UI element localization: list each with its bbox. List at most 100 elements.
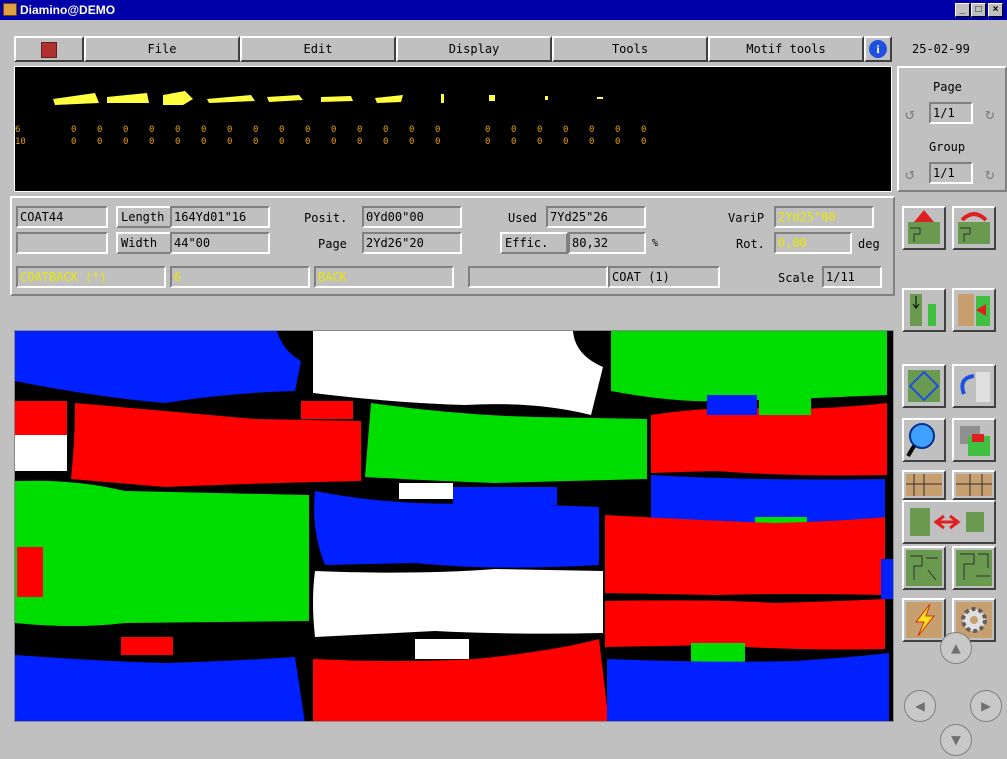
close-button[interactable]: ×	[988, 3, 1003, 17]
preview-count: 0	[227, 137, 233, 147]
piece-icon	[960, 426, 990, 456]
preview-count: 0	[485, 137, 491, 147]
blank-field[interactable]	[16, 232, 108, 254]
window-title: Diamino@DEMO	[20, 3, 116, 17]
piece-size-field[interactable]: 6	[170, 266, 310, 288]
marker-preview[interactable]: 6 10 0000000000000000000000 000000000000…	[14, 66, 892, 192]
swap-icon	[910, 508, 984, 536]
preview-count: 0	[563, 125, 569, 135]
piece-blank-field[interactable]	[468, 266, 608, 288]
piece-blue-1	[15, 331, 301, 403]
piece-white-3	[399, 483, 453, 499]
preview-count: 0	[175, 125, 181, 135]
tool-zoom[interactable]	[902, 418, 946, 462]
scroll-up-button[interactable]: ▲	[940, 632, 972, 664]
tool-piece[interactable]	[952, 418, 996, 462]
width-label: Width	[116, 232, 172, 254]
preview-count: 0	[589, 137, 595, 147]
tool-swap[interactable]	[902, 500, 996, 544]
varip-field[interactable]: 2Yd25"00	[774, 206, 874, 228]
tool-select[interactable]	[902, 364, 946, 408]
piece-white-1	[313, 331, 603, 415]
preview-count: 0	[175, 137, 181, 147]
tool-rotate[interactable]	[952, 206, 996, 250]
scroll-right-button[interactable]: ▶	[970, 690, 1002, 722]
piece-white-4	[313, 569, 603, 637]
group-prev-icon[interactable]: ↺	[905, 164, 915, 183]
page-field[interactable]: 1/1	[929, 102, 973, 124]
used-field[interactable]: 7Yd25"26	[546, 206, 646, 228]
effic-button[interactable]: Effic.	[500, 232, 568, 254]
tool-auto-nest[interactable]	[952, 546, 996, 590]
tool-auto-place[interactable]	[902, 546, 946, 590]
tool-flip-up[interactable]	[902, 206, 946, 250]
preview-count: 0	[305, 125, 311, 135]
preview-count: 0	[149, 137, 155, 147]
align-left-icon	[906, 474, 942, 496]
piece-red-5	[605, 515, 885, 595]
tool-move-down[interactable]	[902, 288, 946, 332]
model-field[interactable]: COAT44	[16, 206, 108, 228]
group-field[interactable]: 1/1	[929, 162, 973, 184]
menu-file[interactable]: File	[84, 36, 240, 62]
preview-row-1: 0 0 0 0 0 0 0 0 0 0 0 0 0 0 0 0 0 0 0 0 0 0	[15, 125, 891, 137]
scroll-left-button[interactable]: ◀	[904, 690, 936, 722]
preview-row-2: 0 0 0 0 0 0 0 0 0 0 0 0 0 0 0 0 0 0 0 0 0 0	[15, 137, 891, 149]
posit-label: Posit.	[304, 211, 348, 225]
menu-edit[interactable]: Edit	[240, 36, 396, 62]
scroll-down-button[interactable]: ▼	[940, 724, 972, 756]
tool-lightning[interactable]	[902, 598, 946, 642]
posit-field[interactable]: 0Yd00"00	[362, 206, 462, 228]
width-field[interactable]: 44"00	[170, 232, 270, 254]
preview-count: 0	[511, 125, 517, 135]
date-display: 25-02-99	[912, 42, 970, 56]
piece-red-6	[17, 547, 43, 597]
piece-green-3	[759, 397, 811, 415]
logo-button[interactable]	[14, 36, 84, 62]
menu-tools[interactable]: Tools	[552, 36, 708, 62]
piece-green-1	[611, 331, 887, 402]
tool-insert[interactable]	[952, 288, 996, 332]
group-next-icon[interactable]: ↻	[985, 164, 995, 183]
info-button[interactable]: i	[864, 36, 892, 62]
page-len-field[interactable]: 2Yd26"20	[362, 232, 462, 254]
minimize-button[interactable]: _	[955, 3, 970, 17]
preview-count: 0	[435, 137, 441, 147]
used-label: Used	[508, 211, 537, 225]
page-prev-icon[interactable]: ↺	[905, 104, 915, 123]
length-field[interactable]: 164Yd01"16	[170, 206, 270, 228]
marker-canvas[interactable]	[14, 330, 894, 722]
preview-count: 0	[357, 125, 363, 135]
preview-count: 0	[383, 137, 389, 147]
piece-blue-6	[881, 559, 893, 599]
page-next-icon[interactable]: ↻	[985, 104, 995, 123]
auto-place-icon	[906, 550, 942, 586]
piece-white-2	[15, 435, 67, 471]
move-down-icon	[910, 294, 936, 326]
preview-count: 0	[253, 125, 259, 135]
piece-green-4	[15, 480, 309, 626]
maximize-button[interactable]: □	[971, 3, 986, 17]
effic-field[interactable]: 80,32	[568, 232, 646, 254]
piece-type-field[interactable]: BACK	[314, 266, 454, 288]
rot-field[interactable]: 0,00	[774, 232, 852, 254]
tool-align-right[interactable]	[952, 470, 996, 500]
rotate-piece-icon	[960, 372, 990, 402]
preview-count: 0	[589, 125, 595, 135]
scale-field[interactable]: 1/11	[822, 266, 882, 288]
preview-count: 0	[409, 137, 415, 147]
menu-display[interactable]: Display	[396, 36, 552, 62]
logo-icon	[41, 41, 57, 58]
menu-motif-tools[interactable]: Motif tools	[708, 36, 864, 62]
rot-label: Rot.	[736, 237, 765, 251]
tool-align-left[interactable]	[902, 470, 946, 500]
preview-count: 0	[563, 137, 569, 147]
preview-count: 0	[97, 125, 103, 135]
effic-unit: %	[652, 238, 659, 249]
tool-rotate-piece[interactable]	[952, 364, 996, 408]
piece-name-field[interactable]: COATBACK (*)	[16, 266, 166, 288]
preview-count: 0	[409, 125, 415, 135]
piece-model-field[interactable]: COAT (1)	[608, 266, 720, 288]
info-panel: COAT44 Length 164Yd01"16 Width 44"00 Pos…	[10, 196, 895, 296]
piece-red-3	[301, 401, 353, 419]
